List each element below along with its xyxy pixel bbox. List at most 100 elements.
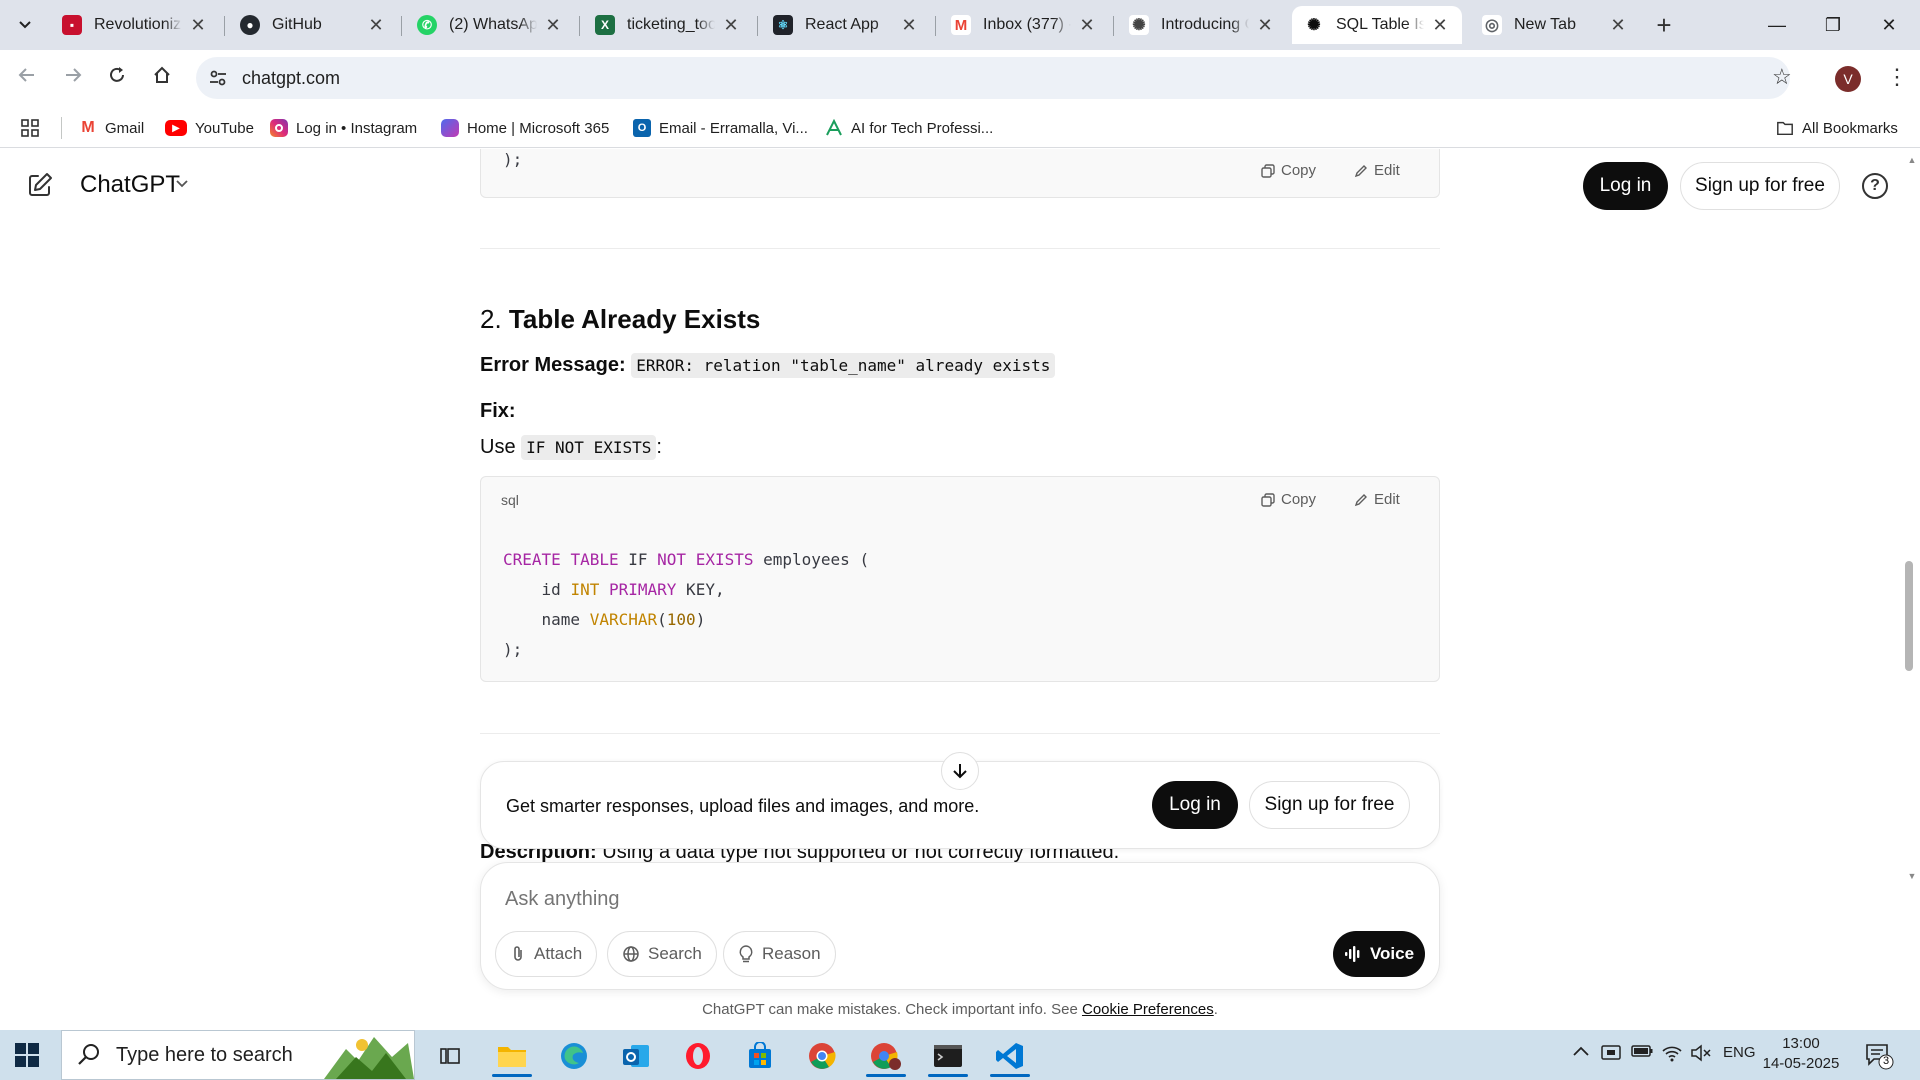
tab-sql-table-issues[interactable]: ✺ SQL Table Iss ✕ bbox=[1292, 6, 1462, 44]
tab-title: New Tab bbox=[1514, 16, 1576, 33]
close-tab-icon[interactable]: ✕ bbox=[1255, 15, 1275, 36]
close-tab-icon[interactable]: ✕ bbox=[721, 15, 741, 36]
copy-code-button[interactable]: Copy bbox=[1261, 162, 1316, 179]
outlook-button[interactable] bbox=[610, 1035, 662, 1077]
close-tab-icon[interactable]: ✕ bbox=[899, 15, 919, 36]
bookmark-gmail[interactable]: M Gmail bbox=[79, 114, 144, 142]
notification-center-button[interactable]: 3 bbox=[1864, 1040, 1894, 1070]
tab-revolutionizing[interactable]: ▪ Revolutionizing ✕ bbox=[50, 6, 220, 44]
tab-separator bbox=[224, 16, 225, 36]
show-hidden-icons[interactable] bbox=[1572, 1044, 1590, 1062]
taskbar-clock[interactable]: 13:00 14-05-2025 bbox=[1756, 1034, 1846, 1074]
bookmark-star-icon[interactable]: ☆ bbox=[1772, 64, 1792, 90]
page-scrollbar-thumb[interactable] bbox=[1905, 561, 1913, 671]
microsoft-store-button[interactable] bbox=[734, 1035, 786, 1077]
opera-button[interactable] bbox=[672, 1035, 724, 1077]
wifi-icon[interactable] bbox=[1661, 1044, 1683, 1066]
model-selector[interactable]: ChatGPT bbox=[80, 171, 180, 199]
profile-avatar[interactable]: V bbox=[1835, 66, 1861, 92]
copy-code-button[interactable]: Copy bbox=[1261, 491, 1316, 508]
vscode-button[interactable] bbox=[984, 1035, 1036, 1077]
scroll-to-bottom-button[interactable] bbox=[941, 752, 979, 790]
apps-grid-icon[interactable] bbox=[20, 114, 40, 142]
voice-label: Voice bbox=[1369, 944, 1415, 963]
tab-github[interactable]: ● GitHub ✕ bbox=[228, 6, 398, 44]
site-settings-icon[interactable] bbox=[208, 68, 228, 88]
close-tab-icon[interactable]: ✕ bbox=[188, 15, 208, 36]
tab-react-app[interactable]: ⚛ React App ✕ bbox=[761, 6, 931, 44]
bookmark-instagram[interactable]: Log in • Instagram bbox=[270, 114, 417, 142]
battery-icon[interactable] bbox=[1631, 1044, 1653, 1062]
tab-inbox[interactable]: M Inbox (377) - ✕ bbox=[939, 6, 1109, 44]
reload-button[interactable] bbox=[100, 62, 134, 96]
outlook-icon bbox=[623, 1045, 649, 1067]
tab-introducing[interactable]: ✺ Introducing C ✕ bbox=[1117, 6, 1287, 44]
search-button[interactable]: Search bbox=[607, 931, 717, 977]
section-heading: 2. Table Already Exists bbox=[480, 304, 760, 335]
bookmark-youtube[interactable]: ▶ YouTube bbox=[165, 114, 254, 142]
prompt-input[interactable] bbox=[505, 885, 1405, 913]
chevron-down-icon bbox=[19, 21, 31, 29]
meet-now-icon[interactable] bbox=[1601, 1044, 1621, 1066]
help-icon[interactable]: ? bbox=[1862, 173, 1888, 199]
signup-button[interactable]: Sign up for free bbox=[1680, 162, 1840, 210]
scroll-up-arrow-icon[interactable]: ▲ bbox=[1904, 155, 1920, 165]
use-line: Use IF NOT EXISTS: bbox=[480, 435, 662, 460]
sql-code: CREATE TABLE IF NOT EXISTS employees ( i… bbox=[503, 550, 870, 659]
close-window-button[interactable]: ✕ bbox=[1866, 8, 1912, 42]
forward-button[interactable] bbox=[56, 62, 90, 96]
error-code: ERROR: relation "table_name" already exi… bbox=[631, 353, 1056, 378]
address-bar[interactable] bbox=[196, 57, 1790, 99]
close-tab-icon[interactable]: ✕ bbox=[543, 15, 563, 36]
edit-code-button[interactable]: Edit bbox=[1354, 491, 1400, 508]
upsell-login-button[interactable]: Log in bbox=[1152, 781, 1238, 829]
bookmark-label: Gmail bbox=[105, 119, 145, 137]
disclaimer-suffix: . bbox=[1213, 1001, 1218, 1018]
bookmark-microsoft-365[interactable]: Home | Microsoft 365 bbox=[441, 114, 609, 142]
arrow-right-icon bbox=[66, 68, 82, 82]
close-tab-icon[interactable]: ✕ bbox=[366, 15, 386, 36]
chrome-profile-button[interactable] bbox=[860, 1035, 912, 1077]
tab-search-button[interactable] bbox=[8, 11, 42, 39]
close-tab-icon[interactable]: ✕ bbox=[1608, 15, 1628, 36]
bookmark-ai-tech[interactable]: AI for Tech Professi... bbox=[825, 114, 993, 142]
browser-menu-icon[interactable]: ⋮ bbox=[1886, 64, 1908, 90]
close-tab-icon[interactable]: ✕ bbox=[1430, 15, 1450, 36]
tab-new-tab[interactable]: ◎ New Tab ✕ bbox=[1470, 6, 1640, 44]
close-tab-icon[interactable]: ✕ bbox=[1077, 15, 1097, 36]
edge-icon bbox=[561, 1043, 587, 1069]
gmail-icon: M bbox=[81, 119, 95, 136]
tab-separator bbox=[401, 16, 402, 36]
upsell-signup-button[interactable]: Sign up for free bbox=[1249, 781, 1410, 829]
voice-button[interactable]: Voice bbox=[1333, 931, 1425, 977]
terminal-button[interactable] bbox=[922, 1035, 974, 1077]
attach-button[interactable]: Attach bbox=[495, 931, 598, 977]
edge-button[interactable] bbox=[548, 1035, 600, 1077]
language-indicator[interactable]: ENG bbox=[1723, 1044, 1756, 1061]
chevron-down-icon[interactable] bbox=[174, 175, 190, 191]
search-highlight-icon bbox=[324, 1037, 414, 1079]
restore-button[interactable]: ❐ bbox=[1810, 8, 1856, 42]
back-button[interactable] bbox=[10, 62, 44, 96]
lightbulb-icon bbox=[739, 945, 753, 963]
login-button[interactable]: Log in bbox=[1583, 162, 1668, 210]
new-chat-icon[interactable] bbox=[26, 171, 54, 199]
file-explorer-button[interactable] bbox=[486, 1035, 538, 1077]
minimize-button[interactable]: — bbox=[1754, 8, 1800, 42]
cookie-preferences-link[interactable]: Cookie Preferences bbox=[1082, 1001, 1214, 1018]
windows-start-icon[interactable] bbox=[14, 1042, 40, 1068]
bookmark-email[interactable]: O Email - Erramalla, Vi... bbox=[633, 114, 808, 142]
task-view-button[interactable] bbox=[424, 1035, 476, 1077]
new-tab-button[interactable]: + bbox=[1650, 11, 1678, 39]
taskbar-search-box[interactable]: Type here to search bbox=[61, 1030, 415, 1080]
chrome-button[interactable] bbox=[796, 1035, 848, 1077]
tab-ticketing-tool[interactable]: X ticketing_tool ✕ bbox=[583, 6, 753, 44]
home-button[interactable] bbox=[145, 62, 179, 96]
reason-button[interactable]: Reason bbox=[723, 931, 836, 977]
url-text[interactable]: chatgpt.com bbox=[242, 68, 340, 89]
scroll-down-arrow-icon[interactable]: ▼ bbox=[1904, 871, 1920, 881]
edit-code-button[interactable]: Edit bbox=[1354, 162, 1400, 179]
tab-whatsapp[interactable]: ✆ (2) WhatsApp ✕ bbox=[405, 6, 575, 44]
all-bookmarks-button[interactable]: All Bookmarks bbox=[1776, 114, 1898, 142]
volume-muted-icon[interactable] bbox=[1690, 1044, 1712, 1066]
